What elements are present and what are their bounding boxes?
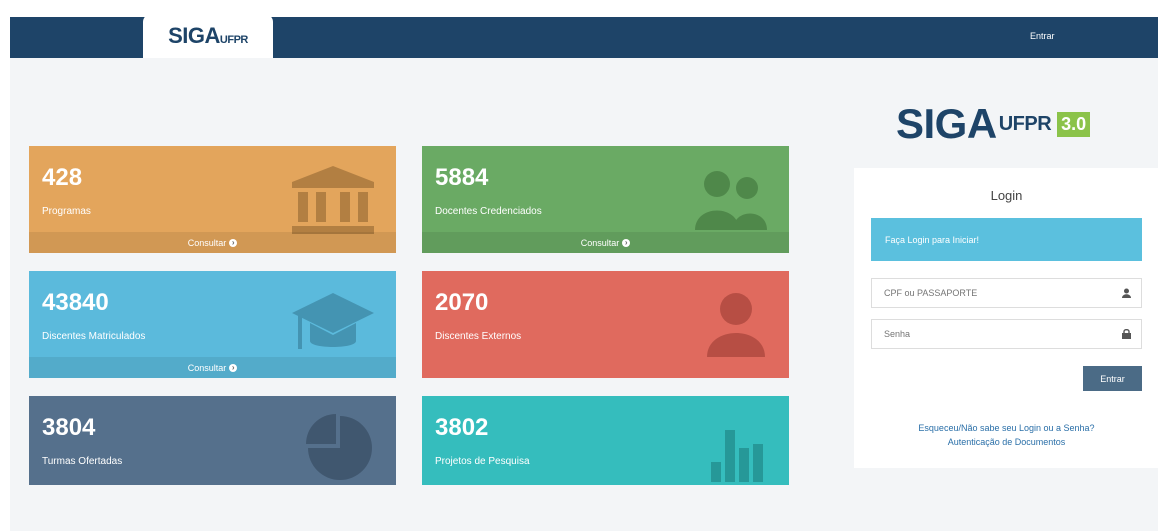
logo-ufpr: UFPR — [998, 112, 1052, 135]
lock-icon — [1122, 329, 1131, 339]
logo-siga: SIGA — [896, 100, 997, 147]
login-submit-button[interactable]: Entrar — [1083, 366, 1142, 391]
user-icon — [1122, 288, 1131, 298]
logo-siga: SIGA — [168, 23, 220, 48]
tile-label: Programas — [42, 206, 91, 217]
cpf-field[interactable] — [871, 278, 1142, 308]
pie-chart-icon — [306, 414, 372, 480]
document-authentication-link[interactable]: Autenticação de Documentos — [854, 435, 1159, 449]
graduation-cap-icon — [292, 293, 374, 349]
institution-icon — [292, 166, 374, 234]
password-field[interactable] — [871, 319, 1142, 349]
tile-docentes: 5884 Docentes Credenciados Consultar › — [422, 146, 789, 253]
tile-label: Docentes Credenciados — [435, 206, 542, 217]
bar-chart-icon — [711, 430, 763, 482]
tile-number: 3802 — [435, 414, 489, 441]
cpf-input[interactable] — [882, 287, 1106, 299]
logo-ufpr: UFPR — [219, 34, 248, 46]
tile-number: 428 — [42, 164, 83, 191]
tile-consult-footer[interactable]: Consultar › — [422, 232, 789, 253]
login-title: Login — [990, 188, 1023, 203]
tile-label: Discentes Matriculados — [42, 331, 146, 342]
navbar-logo[interactable]: SIGAUFPR — [143, 14, 273, 58]
arrow-circle-icon: › — [622, 238, 631, 247]
consult-label: Consultar — [187, 237, 227, 248]
siga-ufpr-logo: SIGA UFPR 3.0 — [896, 96, 1126, 152]
login-info-alert: Faça Login para Iniciar! — [871, 218, 1142, 261]
tile-number: 2070 — [435, 289, 489, 316]
tile-projetos: 3802 Projetos de Pesquisa — [422, 396, 789, 485]
tile-programas: 428 Programas Consultar › — [29, 146, 396, 253]
tile-label: Turmas Ofertadas — [42, 456, 123, 467]
login-links: Esqueceu/Não sabe seu Login ou a Senha? … — [854, 421, 1159, 449]
tile-number: 43840 — [42, 289, 109, 316]
consult-label: Consultar — [187, 362, 227, 373]
tile-label: Discentes Externos — [435, 331, 522, 342]
password-input[interactable] — [882, 328, 1106, 340]
tile-label: Projetos de Pesquisa — [435, 456, 530, 467]
tile-consult-footer[interactable]: Consultar › — [29, 232, 396, 253]
nav-login-link[interactable]: Entrar — [1030, 31, 1055, 41]
tile-number: 3804 — [42, 414, 96, 441]
consult-label: Consultar — [580, 237, 620, 248]
arrow-circle-icon: › — [229, 238, 238, 247]
login-panel: Login Faça Login para Iniciar! Entrar Es… — [854, 168, 1159, 468]
tile-turmas: 3804 Turmas Ofertadas — [29, 396, 396, 485]
siga-logo-text: SIGAUFPR — [168, 23, 248, 49]
users-icon — [695, 171, 767, 230]
tile-consult-footer[interactable]: Consultar › — [29, 357, 396, 378]
tile-discentes-externos: 2070 Discentes Externos — [422, 271, 789, 378]
user-icon — [707, 293, 765, 357]
forgot-credentials-link[interactable]: Esqueceu/Não sabe seu Login ou a Senha? — [854, 421, 1159, 435]
arrow-circle-icon: › — [229, 363, 238, 372]
tile-discentes-matriculados: 43840 Discentes Matriculados Consultar › — [29, 271, 396, 378]
tile-number: 5884 — [435, 164, 489, 191]
version-badge: 3.0 — [1057, 111, 1091, 137]
